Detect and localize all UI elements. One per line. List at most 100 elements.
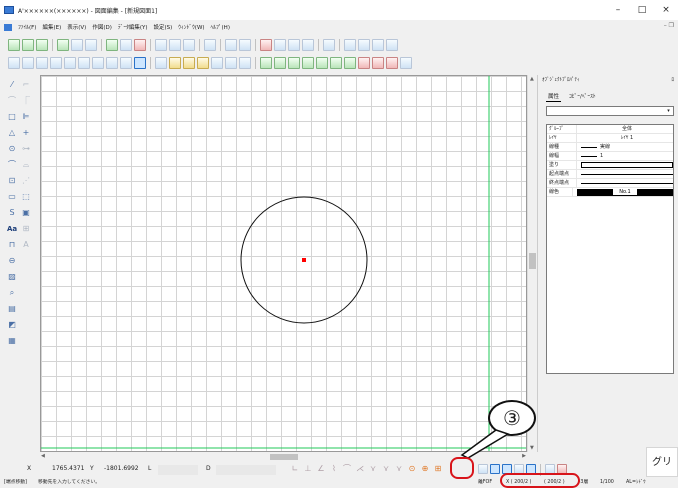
point-tool-icon[interactable]: ⊡ (7, 176, 17, 186)
print-icon[interactable] (155, 39, 167, 51)
menu-draw[interactable]: 作図(D) (92, 23, 112, 31)
view-table-icon[interactable] (106, 57, 118, 69)
line-tool-icon[interactable]: ⁄ (7, 80, 17, 90)
scroll-left-icon[interactable]: ◀ (41, 453, 45, 459)
snap-perpendicular-icon[interactable]: ⊥ (303, 464, 313, 474)
continuous-line-icon[interactable]: ⌒ (7, 96, 17, 106)
arc-center-icon[interactable]: ⊶ (21, 144, 31, 154)
table-tool-icon[interactable]: ▤ (7, 304, 17, 314)
view-grid-icon[interactable] (64, 57, 76, 69)
spline-tool-icon[interactable]: S (7, 208, 17, 218)
measure-icon[interactable] (358, 57, 370, 69)
save-as-icon[interactable] (85, 39, 97, 51)
property-row-linewidth[interactable]: 線幅 1 (547, 152, 673, 161)
print-settings-icon[interactable] (183, 39, 195, 51)
view-mode-2-icon[interactable] (490, 464, 500, 474)
tab-attributes[interactable]: 属性 (546, 91, 562, 102)
layer-icon[interactable] (260, 57, 272, 69)
menu-help[interactable]: ﾍﾙﾌﾟ(H) (211, 23, 230, 31)
view-refresh-icon[interactable] (120, 57, 132, 69)
select-cross-icon[interactable] (183, 57, 195, 69)
menu-window[interactable]: ｳｨﾝﾄﾞｳ(W) (178, 23, 204, 31)
text-table-icon[interactable]: ⊞ (21, 224, 31, 234)
snap-center-icon[interactable]: ⊙ (407, 464, 417, 474)
triangle-tool-icon[interactable]: △ (7, 128, 17, 138)
minimize-button[interactable]: – (606, 0, 630, 20)
property-row-fill[interactable]: 塗り (547, 161, 673, 170)
snap-intersection-icon[interactable]: ⋎ (368, 464, 378, 474)
vertical-scrollbar[interactable]: ▲ ▼ (527, 75, 537, 452)
frame-tool-icon[interactable]: ▭ (7, 192, 17, 202)
snap-mid-icon[interactable]: ⋎ (381, 464, 391, 474)
tab-copy-paste[interactable]: ｺﾋﾟｰ/ﾍﾟｰｽﾄ (567, 91, 598, 102)
view-cross-icon[interactable] (50, 57, 62, 69)
ellipse-tool-icon[interactable]: ⊖ (7, 256, 17, 266)
view-center-icon[interactable] (78, 57, 90, 69)
copy-icon[interactable] (288, 39, 300, 51)
chevron-down-icon[interactable]: ▾ (665, 108, 672, 114)
select-filter-icon[interactable] (225, 57, 237, 69)
view-window-icon[interactable] (22, 57, 34, 69)
object-select-dropdown[interactable]: ▾ (546, 106, 674, 116)
point-pattern-icon[interactable]: ⋰ (21, 176, 31, 186)
pin-icon[interactable]: ﾛ (671, 75, 674, 85)
select-group-icon[interactable] (197, 57, 209, 69)
picture-tool-icon[interactable]: ▦ (7, 336, 17, 346)
snap-endpoint-icon[interactable]: ⋎ (394, 464, 404, 474)
snap-angle-icon[interactable]: ∟ (290, 464, 300, 474)
symbol-tool-icon[interactable]: ◩ (7, 320, 17, 330)
dimension-tool-icon[interactable]: ⊓ (7, 240, 17, 250)
close-button[interactable]: × (654, 0, 678, 20)
layer-split-icon[interactable] (316, 57, 328, 69)
zoom-in-icon[interactable] (344, 39, 356, 51)
select-window-icon[interactable] (169, 57, 181, 69)
menu-file[interactable]: ﾌｧｲﾙ(F) (18, 23, 36, 31)
offset-line-icon[interactable]: ⎾ (21, 96, 31, 106)
save-icon[interactable] (71, 39, 83, 51)
dimension-icon[interactable] (372, 57, 384, 69)
property-row-linetype[interactable]: 線種 実線 (547, 143, 673, 152)
view-fit-icon[interactable] (8, 57, 20, 69)
polyline-tool-icon[interactable]: ⌐ (21, 80, 31, 90)
leader-icon[interactable] (386, 57, 398, 69)
import-icon[interactable] (57, 39, 69, 51)
cut-icon[interactable] (274, 39, 286, 51)
menu-view[interactable]: 表示(V) (67, 23, 86, 31)
select-arrow-icon[interactable] (155, 57, 167, 69)
view-diagonal-icon[interactable] (92, 57, 104, 69)
property-row-group[interactable]: ｸﾞﾙｰﾌﾟ 全体 (547, 125, 673, 134)
menu-edit[interactable]: 編集(E) (42, 23, 61, 31)
drawing-canvas[interactable] (40, 75, 527, 452)
snap-angle-free-icon[interactable]: ∠ (316, 464, 326, 474)
snap-tangent-icon[interactable]: ⌇ (329, 464, 339, 474)
symbol-icon[interactable] (400, 57, 412, 69)
redo-icon[interactable] (239, 39, 251, 51)
view-extents-icon[interactable] (36, 57, 48, 69)
layer-hide-icon[interactable] (344, 57, 356, 69)
snap-arc-icon[interactable]: ⌒ (342, 464, 352, 474)
zoom-tool-icon[interactable]: ⌕ (7, 288, 17, 298)
layer-move-icon[interactable] (288, 57, 300, 69)
circle-center-point[interactable] (302, 258, 306, 262)
scroll-right-icon[interactable]: ▶ (522, 453, 526, 459)
layer-lock-icon[interactable] (330, 57, 342, 69)
view-mode-1-icon[interactable] (478, 464, 488, 474)
text-tool-icon[interactable]: Aa (7, 224, 17, 234)
scroll-up-icon[interactable]: ▲ (530, 76, 534, 82)
mdi-controls[interactable]: – ❐ (664, 22, 674, 29)
property-row-line-color[interactable]: 線色 No.1 (547, 188, 673, 197)
select-layer-icon[interactable] (211, 57, 223, 69)
layer-copy-icon[interactable] (274, 57, 286, 69)
page-setup-icon[interactable] (204, 39, 216, 51)
zoom-window-icon[interactable] (372, 39, 384, 51)
arc-3point-icon[interactable]: ⌓ (21, 160, 31, 170)
hatch-pattern-icon[interactable]: ▨ (7, 272, 17, 282)
text-style-icon[interactable]: A (21, 240, 31, 250)
frame-dashed-icon[interactable]: ⬚ (21, 192, 31, 202)
vertical-scroll-thumb[interactable] (529, 253, 536, 269)
snap-quadrant-icon[interactable]: ⊕ (420, 464, 430, 474)
undo-icon[interactable] (225, 39, 237, 51)
erase-icon[interactable] (260, 39, 272, 51)
snap-grid-icon[interactable]: ⊞ (433, 464, 443, 474)
print-preview-icon[interactable] (169, 39, 181, 51)
